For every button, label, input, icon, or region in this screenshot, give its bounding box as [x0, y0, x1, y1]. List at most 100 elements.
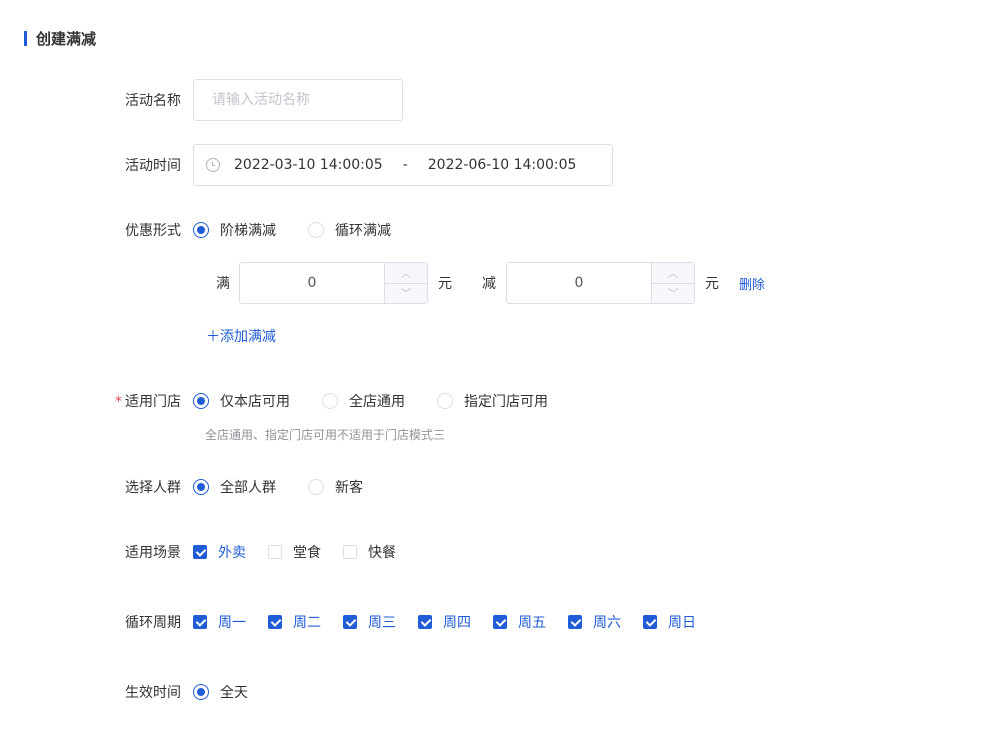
store-radio-group: 仅本店可用 全店通用 指定门店可用 [193, 391, 580, 411]
checkbox-box[interactable] [643, 615, 657, 629]
checkbox-label: 外卖 [218, 545, 246, 561]
checkbox-box[interactable] [268, 545, 282, 559]
reduce-label: 减 [482, 276, 496, 292]
checkbox-label: 周一 [218, 615, 246, 631]
radio-label: 新客 [335, 480, 363, 496]
decrement-icon[interactable]: ﹀ [385, 284, 427, 304]
checkbox-label: 堂食 [293, 545, 321, 561]
store-hint-text: 全店通用、指定门店可用不适用于门店模式三 [205, 428, 446, 442]
start-datetime[interactable]: 2022-03-10 14:00:05 [234, 157, 383, 173]
name-label: 活动名称 [125, 93, 181, 109]
delete-tier-link[interactable]: 删除 [739, 274, 765, 293]
radio-label: 指定门店可用 [464, 394, 548, 410]
checkbox-label: 周二 [293, 615, 321, 631]
section-header: 创建满减 [24, 28, 96, 48]
form-row-effective: 生效时间 全天 [0, 681, 1005, 703]
checkbox-box[interactable] [493, 615, 507, 629]
discount-label: 优惠形式 [125, 223, 181, 239]
radio-circle[interactable] [193, 222, 209, 238]
end-datetime[interactable]: 2022-06-10 14:00:05 [428, 157, 577, 173]
full-label: 满 [216, 276, 230, 292]
reduce-amount-value[interactable]: 0 [507, 263, 651, 303]
range-separator: - [402, 157, 408, 173]
radio-circle[interactable] [308, 222, 324, 238]
radio-new-customer[interactable]: 新客 [308, 477, 363, 497]
radio-all-day[interactable]: 全天 [193, 682, 248, 702]
cycle-checkbox-group: 周一 周二 周三 周四 周五 周六 周日 [193, 612, 718, 632]
form-row-store: * 适用门店 仅本店可用 全店通用 指定门店可用 [0, 390, 1005, 412]
increment-icon[interactable]: ︿ [385, 263, 427, 284]
radio-label: 循环满减 [335, 223, 391, 239]
radio-cyclic-discount[interactable]: 循环满减 [308, 220, 391, 240]
checkbox-label: 周日 [668, 615, 696, 631]
form-row-name: 活动名称 [0, 79, 1005, 121]
checkbox-box[interactable] [268, 615, 282, 629]
radio-this-store[interactable]: 仅本店可用 [193, 391, 290, 411]
cycle-label: 循环周期 [125, 615, 181, 631]
checkbox-monday[interactable]: 周一 [193, 612, 246, 632]
full-amount-stepper[interactable]: 0 ︿ ﹀ [239, 262, 428, 304]
time-label: 活动时间 [125, 158, 181, 174]
clock-icon [206, 158, 220, 172]
checkbox-friday[interactable]: 周五 [493, 612, 546, 632]
name-input-box[interactable] [193, 79, 403, 121]
crowd-radio-group: 全部人群 新客 [193, 477, 395, 497]
checkbox-box[interactable] [193, 545, 207, 559]
radio-label: 仅本店可用 [220, 394, 290, 410]
checkbox-label: 周六 [593, 615, 621, 631]
increment-icon[interactable]: ︿ [652, 263, 694, 284]
radio-circle[interactable] [193, 393, 209, 409]
stepper-buttons: ︿ ﹀ [651, 263, 694, 303]
date-range-picker[interactable]: 2022-03-10 14:00:05 - 2022-06-10 14:00:0… [193, 144, 613, 186]
form-row-cycle: 循环周期 周一 周二 周三 周四 周五 周六 周日 [0, 611, 1005, 633]
checkbox-box[interactable] [343, 615, 357, 629]
radio-label: 阶梯满减 [220, 223, 276, 239]
form-row-time: 活动时间 2022-03-10 14:00:05 - 2022-06-10 14… [0, 144, 1005, 186]
radio-all-crowd[interactable]: 全部人群 [193, 477, 276, 497]
activity-name-input[interactable] [210, 91, 386, 109]
full-amount-value[interactable]: 0 [240, 263, 384, 303]
form-row-discount: 优惠形式 阶梯满减 循环满减 [0, 219, 1005, 241]
radio-circle[interactable] [437, 393, 453, 409]
radio-circle[interactable] [193, 684, 209, 700]
checkbox-thursday[interactable]: 周四 [418, 612, 471, 632]
checkbox-dine-in[interactable]: 堂食 [268, 542, 321, 562]
reduce-amount-stepper[interactable]: 0 ︿ ﹀ [506, 262, 695, 304]
radio-circle[interactable] [322, 393, 338, 409]
checkbox-label: 周四 [443, 615, 471, 631]
store-label-text: 适用门店 [125, 394, 181, 410]
radio-circle[interactable] [308, 479, 324, 495]
checkbox-label: 周三 [368, 615, 396, 631]
effective-label: 生效时间 [125, 685, 181, 701]
decrement-icon[interactable]: ﹀ [652, 284, 694, 304]
checkbox-box[interactable] [343, 545, 357, 559]
page-title: 创建满减 [36, 29, 97, 48]
radio-label: 全部人群 [220, 480, 276, 496]
required-mark: * [115, 394, 122, 410]
radio-label: 全天 [220, 685, 248, 701]
discount-radio-group: 阶梯满减 循环满减 [193, 220, 423, 240]
section-accent-bar [24, 30, 27, 46]
radio-tiered-discount[interactable]: 阶梯满减 [193, 220, 276, 240]
radio-label: 全店通用 [349, 394, 405, 410]
radio-specified-stores[interactable]: 指定门店可用 [437, 391, 548, 411]
scene-checkbox-group: 外卖 堂食 快餐 [193, 542, 418, 562]
checkbox-box[interactable] [418, 615, 432, 629]
checkbox-label: 周五 [518, 615, 546, 631]
checkbox-saturday[interactable]: 周六 [568, 612, 621, 632]
checkbox-tuesday[interactable]: 周二 [268, 612, 321, 632]
checkbox-fast-food[interactable]: 快餐 [343, 542, 396, 562]
checkbox-takeout[interactable]: 外卖 [193, 542, 246, 562]
checkbox-label: 快餐 [368, 545, 396, 561]
checkbox-box[interactable] [193, 615, 207, 629]
radio-all-stores[interactable]: 全店通用 [322, 391, 405, 411]
checkbox-wednesday[interactable]: 周三 [343, 612, 396, 632]
checkbox-box[interactable] [568, 615, 582, 629]
checkbox-sunday[interactable]: 周日 [643, 612, 696, 632]
stepper-buttons: ︿ ﹀ [384, 263, 427, 303]
add-tier-button[interactable]: ＋添加满减 [206, 326, 276, 346]
discount-tier-row: 满 0 ︿ ﹀ 元 减 0 ︿ ﹀ 元 删除 [205, 262, 765, 304]
form-row-crowd: 选择人群 全部人群 新客 [0, 476, 1005, 498]
radio-circle[interactable] [193, 479, 209, 495]
store-label: * 适用门店 [0, 391, 193, 411]
